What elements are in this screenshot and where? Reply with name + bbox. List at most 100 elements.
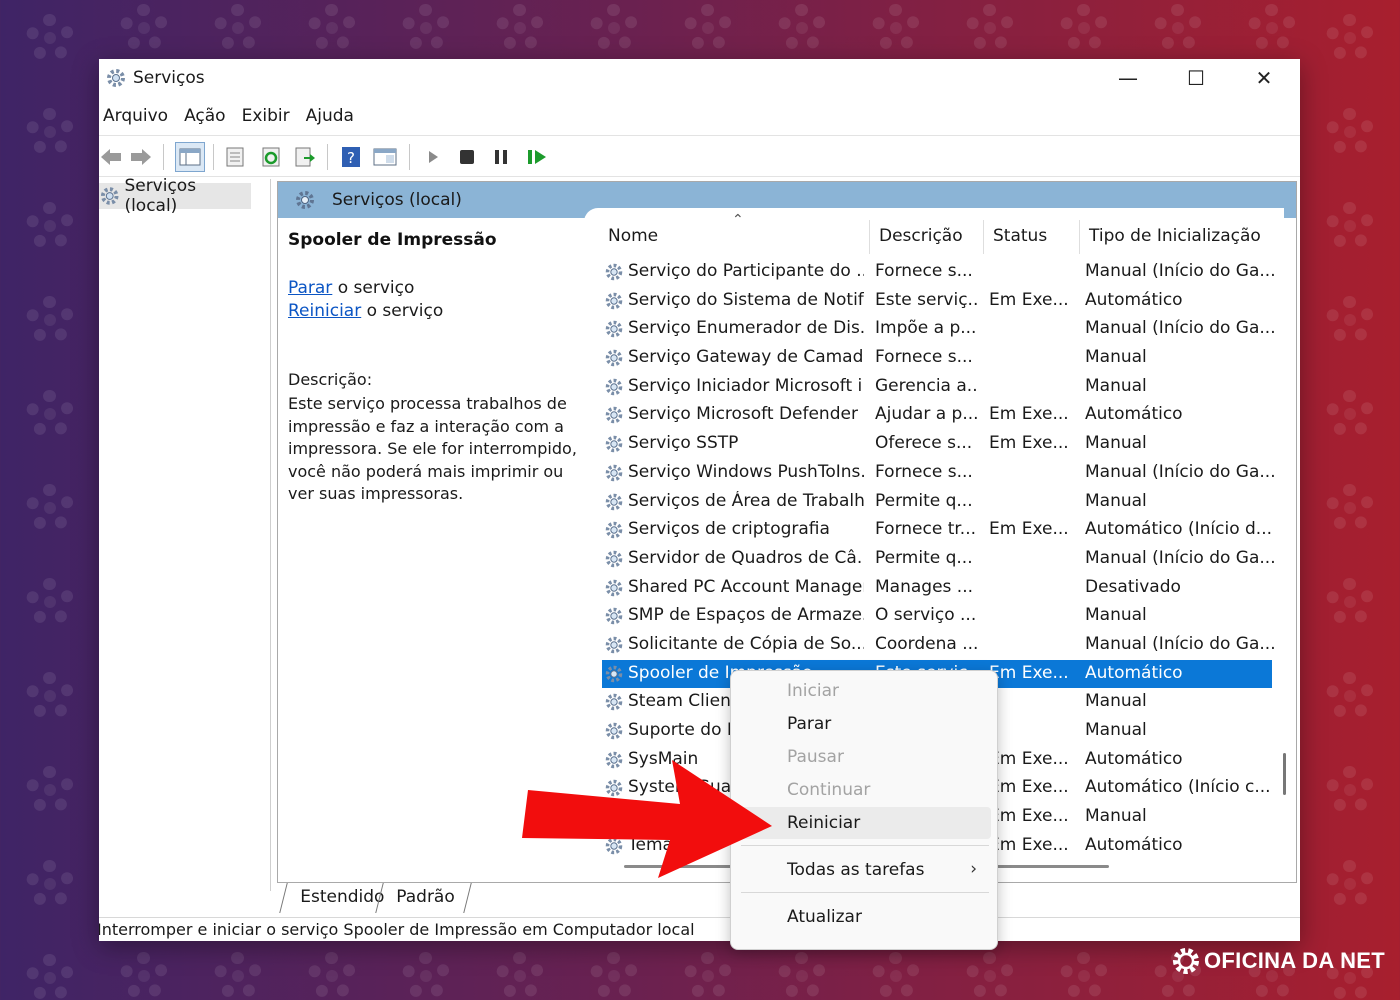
- red-arrow-icon: [522, 760, 772, 878]
- background-gear-icon: [402, 4, 450, 52]
- table-row[interactable]: Serviços de criptografia Fornece tr... Em …: [602, 516, 1272, 545]
- refresh-button[interactable]: [259, 145, 283, 169]
- resume-service-icon: [528, 150, 546, 164]
- back-button[interactable]: [99, 145, 123, 169]
- background-gear-icon: [26, 766, 74, 814]
- view-tabs: Estendido Padrão: [275, 883, 575, 913]
- forward-button[interactable]: [129, 145, 153, 169]
- service-startup-type: Manual: [1085, 720, 1147, 740]
- service-name: SMP de Espaços de Armaze...: [628, 605, 864, 626]
- service-gear-icon: [604, 692, 624, 712]
- service-gear-icon: [604, 549, 624, 569]
- background-gear-icon: [778, 4, 826, 52]
- background-gear-icon: [966, 4, 1014, 52]
- brand-name: OFICINA DA NET: [1204, 948, 1386, 973]
- close-button[interactable]: ✕: [1230, 59, 1298, 97]
- column-header-status[interactable]: Status: [993, 226, 1047, 246]
- description-line: você não poderá mais imprimir ou: [288, 461, 564, 481]
- resume-service-button[interactable]: [525, 145, 549, 169]
- start-service-button[interactable]: [421, 145, 445, 169]
- minimize-button[interactable]: —: [1094, 59, 1162, 97]
- service-startup-type: Automático (Início c...: [1085, 777, 1271, 798]
- table-row[interactable]: Serviço do Participante do ... Fornece s.…: [602, 258, 1275, 287]
- ctx-item-label: Atualizar: [787, 907, 862, 927]
- service-gear-icon: [604, 405, 624, 425]
- background-gear-icon: [308, 952, 356, 1000]
- service-name: Serviços de criptografia: [628, 519, 830, 540]
- window-title: Serviços: [133, 68, 205, 88]
- properties-button[interactable]: [223, 145, 247, 169]
- table-row[interactable]: Servidor de Quadros de Câ... Permite q...…: [602, 545, 1275, 574]
- service-gear-icon: [604, 664, 624, 684]
- background-gear-icon: [1326, 484, 1374, 532]
- maximize-button[interactable]: ☐: [1162, 59, 1230, 97]
- tree-item-label: Serviços (local): [124, 176, 197, 216]
- table-row[interactable]: Shared PC Account Manager Manages ... Desa…: [602, 574, 1272, 603]
- background-gear-icon: [26, 954, 74, 1000]
- menu-arquivo[interactable]: Arquivo: [99, 101, 180, 131]
- menu-exibir[interactable]: Exibir: [238, 101, 302, 131]
- table-row[interactable]: SMP de Espaços de Armaze... O serviço ...…: [602, 602, 1272, 631]
- stop-service-link[interactable]: Parar: [288, 278, 332, 298]
- background-gear-icon: [120, 4, 168, 52]
- help-button[interactable]: ?: [339, 145, 363, 169]
- table-row[interactable]: Serviços de Área de Trabalh... Permite q.…: [602, 488, 1272, 517]
- table-row[interactable]: Serviço Gateway de Camad... Fornece s... M…: [602, 344, 1272, 373]
- service-status: Em Exe...: [989, 748, 1069, 769]
- show-hide-console-tree-icon: [179, 148, 201, 166]
- table-row[interactable]: Serviço SSTP Oferece s... Em Exe... Manual: [602, 430, 1272, 459]
- service-status: Em Exe...: [989, 404, 1069, 425]
- tab-label: Estendido: [300, 887, 385, 907]
- background-gear-icon: [1248, 4, 1296, 52]
- table-row[interactable]: Serviço Microsoft Defender ... Ajudar a p…: [602, 401, 1272, 430]
- ctx-item-label: Pausar: [787, 747, 844, 767]
- services-gear-icon: [107, 69, 125, 87]
- vertical-scrollbar-thumb[interactable]: [1283, 753, 1286, 795]
- background-gear-icon: [1326, 578, 1374, 626]
- table-row[interactable]: Serviço Iniciador Microsoft i... Gerencia…: [602, 373, 1272, 402]
- background-gear-icon: [684, 952, 732, 1000]
- service-description-cell: Gerencia a...: [875, 375, 979, 396]
- column-separator: [983, 220, 984, 254]
- description-label: Descrição:: [288, 370, 373, 389]
- stop-service-button[interactable]: [455, 145, 479, 169]
- background-gear-icon: [1060, 4, 1108, 52]
- service-status: Em Exe...: [989, 433, 1069, 454]
- pause-service-button[interactable]: [489, 145, 513, 169]
- service-startup-type: Automático: [1085, 289, 1183, 310]
- column-header-startup-type[interactable]: Tipo de Inicialização: [1089, 226, 1261, 246]
- console-tree: Serviços (local): [99, 176, 271, 891]
- column-header-name[interactable]: Nome: [608, 226, 658, 246]
- restart-service-link[interactable]: Reiniciar: [288, 301, 361, 321]
- table-row[interactable]: Serviço Windows PushToIns... Fornece s...…: [602, 459, 1275, 488]
- tree-item-services-local[interactable]: Serviços (local): [99, 176, 251, 216]
- services-gear-icon: [296, 191, 314, 209]
- service-gear-icon: [604, 606, 624, 626]
- column-header-description[interactable]: Descrição: [879, 226, 963, 246]
- restart-service-line: Reiniciar o serviço: [288, 301, 443, 321]
- ctx-item-label: Parar: [787, 714, 832, 734]
- background-gear-icon: [26, 108, 74, 156]
- service-gear-icon: [604, 377, 624, 397]
- toolbar-separator: [327, 144, 328, 170]
- ctx-item-refresh[interactable]: Atualizar: [741, 901, 991, 933]
- ctx-item-start[interactable]: Iniciar: [741, 675, 991, 707]
- background-gear-icon: [684, 4, 732, 52]
- background-gear-icon: [26, 202, 74, 250]
- background-gear-icon: [966, 952, 1014, 1000]
- table-row[interactable]: Serviço do Sistema de Notif... Este servi…: [602, 287, 1272, 316]
- export-list-button[interactable]: [293, 145, 317, 169]
- background-gear-icon: [1326, 390, 1374, 438]
- show-hide-console-tree-button[interactable]: [175, 142, 205, 172]
- view-button[interactable]: [373, 145, 397, 169]
- table-row[interactable]: Solicitante de Cópia de So... Coordena ..…: [602, 631, 1275, 660]
- refresh-icon: [262, 147, 280, 167]
- minimize-icon: —: [1118, 66, 1138, 90]
- tab-standard[interactable]: Padrão: [375, 883, 472, 913]
- menu-acao[interactable]: Ação: [180, 101, 238, 131]
- table-row[interactable]: Serviço Enumerador de Dis... Impõe a p...…: [602, 315, 1275, 344]
- menu-ajuda[interactable]: Ajuda: [302, 101, 366, 131]
- ctx-item-stop[interactable]: Parar: [741, 708, 991, 740]
- service-startup-type: Manual (Início do Ga...: [1085, 461, 1275, 482]
- service-description-cell: O serviço ...: [875, 605, 977, 626]
